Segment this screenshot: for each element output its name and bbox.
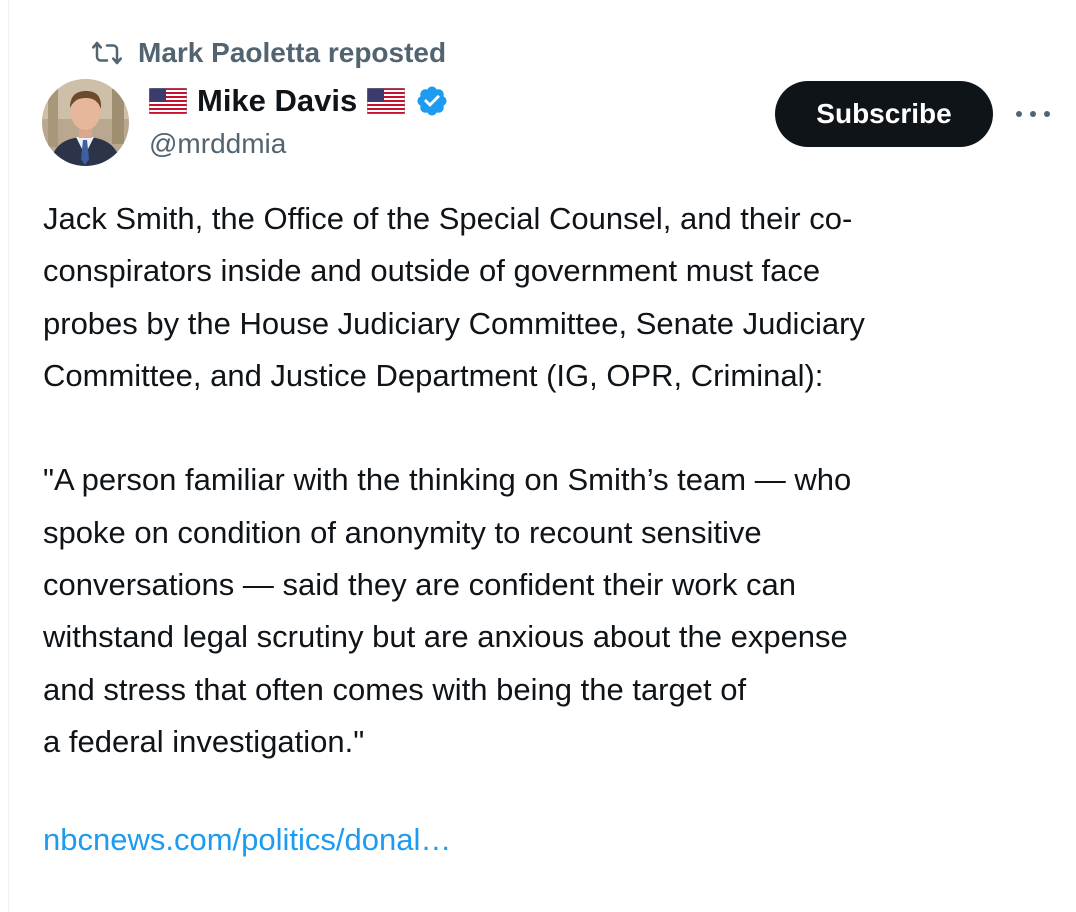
- tweet-line: Committee, and Justice Department (IG, O…: [43, 357, 824, 393]
- tweet-line: Jack Smith, the Office of the Special Co…: [43, 201, 853, 236]
- tweet-line: conversations — said they are confident …: [43, 567, 796, 603]
- tweet-line: withstand legal scrutiny but are anxious…: [43, 619, 848, 655]
- tweet-paragraph: "A person familiar with the thinking on …: [43, 454, 1053, 768]
- avatar[interactable]: [42, 79, 129, 166]
- us-flag-icon: [149, 88, 187, 114]
- more-icon[interactable]: [1010, 96, 1056, 132]
- tweet-line: spoke on condition of anonymity to recou…: [43, 514, 762, 550]
- repost-header[interactable]: Mark Paoletta reposted: [92, 36, 446, 70]
- tweet-text: Jack Smith, the Office of the Special Co…: [43, 193, 1053, 768]
- repost-icon: [92, 40, 122, 66]
- tweet-line: a federal investigation.": [43, 723, 365, 759]
- us-flag-icon: [367, 88, 406, 114]
- repost-label[interactable]: Mark Paoletta reposted: [138, 37, 446, 69]
- author-display-name[interactable]: Mike Davis: [197, 83, 357, 119]
- paragraph-break: [43, 402, 1053, 454]
- tweet-paragraph: Jack Smith, the Office of the Special Co…: [43, 193, 1053, 402]
- card-border: [8, 0, 9, 912]
- author-name-row[interactable]: Mike Davis: [149, 82, 449, 120]
- tweet-line: "A person familiar with the thinking on …: [43, 462, 852, 498]
- subscribe-button[interactable]: Subscribe: [775, 81, 993, 147]
- tweet-line: probes by the House Judiciary Committee,…: [43, 305, 865, 341]
- tweet-line: and stress that often comes with being t…: [43, 671, 747, 707]
- tweet-line: conspirators inside and outside of gover…: [43, 253, 821, 289]
- author-handle[interactable]: @mrddmia: [149, 128, 286, 160]
- verified-badge-icon[interactable]: [415, 84, 449, 118]
- article-link[interactable]: nbcnews.com/politics/donal…: [43, 822, 451, 858]
